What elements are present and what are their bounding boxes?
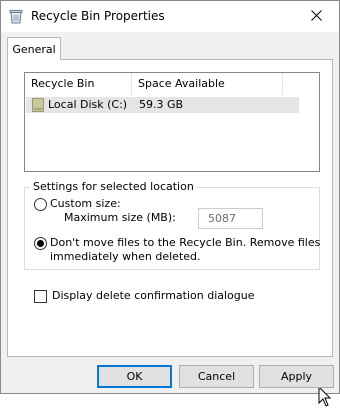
properties-window: Recycle Bin Properties General Recycle B…: [0, 0, 340, 407]
cancel-button-label: Cancel: [197, 370, 236, 383]
custom-size-radio[interactable]: [34, 198, 47, 211]
apply-button[interactable]: Apply: [259, 365, 334, 388]
dont-move-label-line2[interactable]: immediately when deleted.: [50, 250, 201, 263]
general-tab-panel: Recycle Bin Location Space Available Loc…: [7, 59, 333, 407]
max-size-input[interactable]: 5087: [198, 208, 263, 229]
apply-button-label: Apply: [280, 370, 313, 383]
custom-size-label[interactable]: Custom size:: [50, 197, 121, 210]
max-size-label: Maximum size (MB):: [64, 211, 176, 224]
title-bar[interactable]: Recycle Bin Properties: [1, 1, 339, 32]
window-title: Recycle Bin Properties: [31, 9, 165, 23]
mouse-cursor-icon: [318, 385, 332, 408]
ok-button[interactable]: OK: [97, 365, 172, 388]
close-icon: [310, 9, 322, 24]
recycle-bin-location-list[interactable]: Recycle Bin Location Space Available Loc…: [24, 72, 320, 172]
dont-move-label-line1[interactable]: Don't move files to the Recycle Bin. Rem…: [50, 236, 320, 249]
tab-general-label: General: [12, 42, 56, 56]
location-name: Local Disk (C:): [48, 98, 128, 111]
close-button[interactable]: [293, 1, 339, 32]
list-header: Recycle Bin Location Space Available: [25, 73, 319, 112]
space-available: 59.3 GB: [139, 98, 184, 111]
disk-drive-icon: [32, 98, 44, 112]
list-item[interactable]: Local Disk (C:) 59.3 GB: [26, 97, 299, 113]
column-header-space[interactable]: Space Available: [133, 73, 283, 95]
dont-move-radio[interactable]: [34, 237, 47, 250]
column-header-location[interactable]: Recycle Bin Location: [25, 73, 132, 112]
confirm-delete-checkbox[interactable]: [34, 290, 47, 303]
confirm-delete-label[interactable]: Display delete confirmation dialogue: [52, 289, 255, 302]
settings-group-label: Settings for selected location: [30, 180, 197, 193]
recycle-bin-icon: [9, 9, 23, 24]
tab-general[interactable]: General: [7, 37, 61, 60]
ok-button-label: OK: [126, 370, 143, 383]
cancel-button[interactable]: Cancel: [179, 365, 254, 388]
